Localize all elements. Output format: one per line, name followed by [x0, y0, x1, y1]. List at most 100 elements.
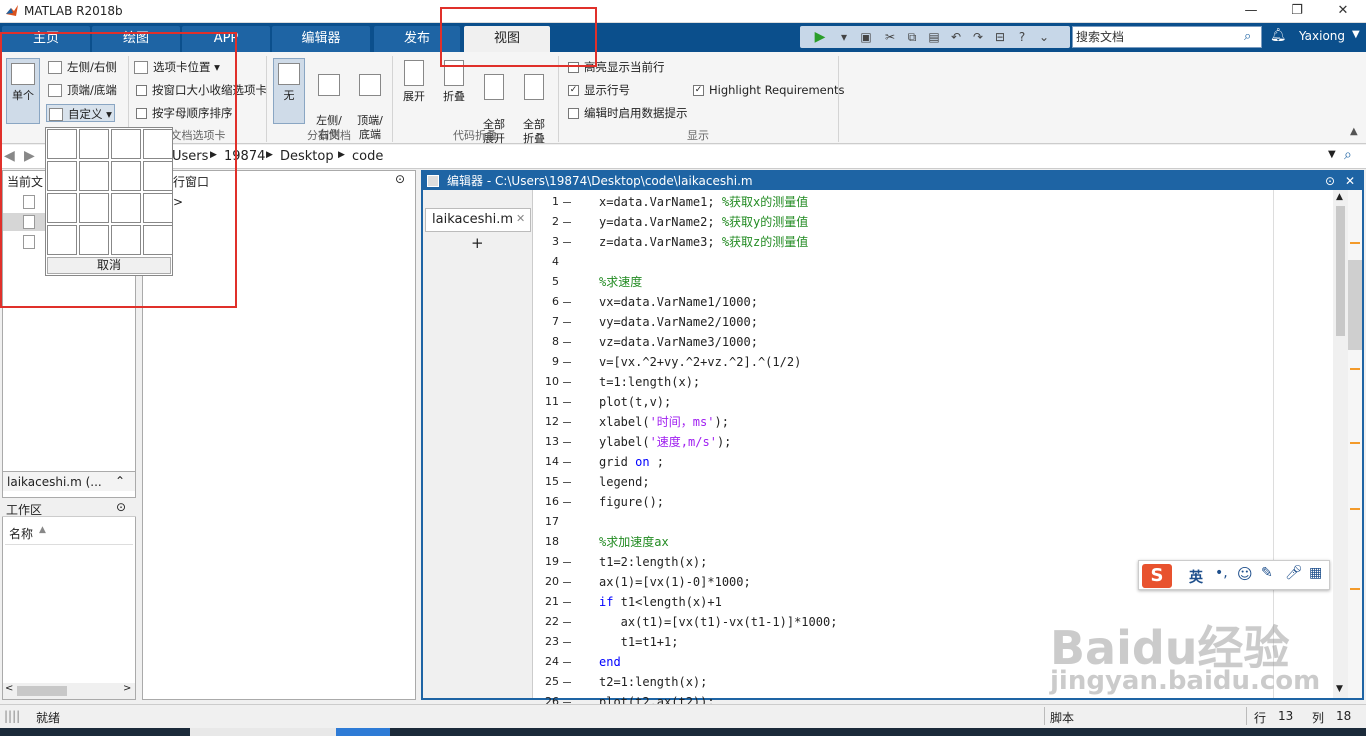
- breakpoint-dash[interactable]: [563, 442, 571, 443]
- show-line-numbers-checkbox[interactable]: ✓ 显示行号: [568, 81, 630, 99]
- file-tab-laikaceshi[interactable]: laikaceshi.m ✕: [425, 208, 531, 232]
- line-number[interactable]: 13: [537, 435, 559, 448]
- breakpoint-dash[interactable]: [563, 482, 571, 483]
- datatips-checkbox[interactable]: 编辑时启用数据提示: [568, 104, 688, 122]
- forward-icon[interactable]: ▶: [24, 148, 35, 164]
- search-input[interactable]: 搜索文档: [1072, 26, 1262, 48]
- breakpoint-dash[interactable]: [563, 622, 571, 623]
- line-number[interactable]: 19: [537, 555, 559, 568]
- expand-button[interactable]: 展开: [398, 60, 430, 104]
- notification-icon[interactable]: 🔔︎: [1270, 28, 1287, 43]
- layout-grid-cell[interactable]: [143, 129, 173, 159]
- fold-button[interactable]: 折叠: [438, 60, 470, 104]
- close-button[interactable]: ✕: [1320, 0, 1366, 22]
- code-line[interactable]: t1=t1+1;: [599, 632, 679, 652]
- code-line[interactable]: vy=data.VarName2/1000;: [599, 312, 758, 332]
- layout-grid-cell[interactable]: [143, 225, 173, 255]
- toolbox-icon[interactable]: ▦: [1309, 565, 1322, 581]
- line-number[interactable]: 5: [537, 275, 559, 288]
- layout-grid-cell[interactable]: [79, 225, 109, 255]
- breakpoint-dash[interactable]: [563, 702, 571, 703]
- code-line[interactable]: t1=2:length(x);: [599, 552, 707, 572]
- line-number[interactable]: 15: [537, 475, 559, 488]
- panel-menu-icon[interactable]: ⊙: [395, 172, 405, 186]
- layout-grid-cell[interactable]: [47, 129, 77, 159]
- code-line[interactable]: figure();: [599, 492, 664, 512]
- panel-menu-icon[interactable]: ⊙: [116, 500, 126, 514]
- highlight-current-box[interactable]: [568, 62, 579, 73]
- address-dropdown-icon[interactable]: ▼: [1328, 149, 1336, 160]
- breakpoint-dash[interactable]: [563, 662, 571, 663]
- breakpoint-dash[interactable]: [563, 422, 571, 423]
- code-line[interactable]: ax(1)=[vx(1)-0]*1000;: [599, 572, 751, 592]
- code-line[interactable]: t2=1:length(x);: [599, 672, 707, 692]
- code-line[interactable]: if t1<length(x)+1: [599, 592, 722, 612]
- editor-close-icon[interactable]: ✕: [1345, 172, 1355, 190]
- line-number[interactable]: 20: [537, 575, 559, 588]
- warning-marker[interactable]: [1350, 442, 1360, 444]
- breadcrumb-desktop[interactable]: Desktop: [280, 149, 334, 164]
- layout-grid-cell[interactable]: [47, 225, 77, 255]
- code-line[interactable]: x=data.VarName1; %获取x的测量值: [599, 192, 808, 212]
- code-line[interactable]: %求速度: [599, 272, 642, 292]
- more-icon[interactable]: ⌄: [1036, 29, 1052, 45]
- paste-icon[interactable]: ▤: [926, 29, 942, 45]
- line-number[interactable]: 18: [537, 535, 559, 548]
- layout-grid-cell[interactable]: [143, 161, 173, 191]
- skin-icon[interactable]: ✎: [1261, 565, 1273, 581]
- datatips-box[interactable]: [568, 108, 579, 119]
- breakpoint-dash[interactable]: [563, 302, 571, 303]
- line-number[interactable]: 14: [537, 455, 559, 468]
- layout-grid-cell[interactable]: [47, 161, 77, 191]
- collapse-tabs-box[interactable]: [136, 85, 147, 96]
- breakpoint-dash[interactable]: [563, 642, 571, 643]
- search-icon[interactable]: ⌕: [1244, 29, 1251, 44]
- code-line[interactable]: ax(t1)=[vx(t1)-vx(t1-1)]*1000;: [599, 612, 838, 632]
- line-number[interactable]: 6: [537, 295, 559, 308]
- layout-grid-cell[interactable]: [79, 193, 109, 223]
- horizontal-scrollbar[interactable]: < >: [3, 683, 135, 699]
- voice-icon[interactable]: 🎤︎: [1285, 565, 1303, 581]
- tab-home[interactable]: 主页: [2, 26, 90, 52]
- command-window[interactable]: 行窗口 ⊙ >: [142, 170, 416, 700]
- line-number[interactable]: 10: [537, 375, 559, 388]
- punctuation-icon[interactable]: •,: [1215, 565, 1228, 581]
- code-line[interactable]: t=1:length(x);: [599, 372, 700, 392]
- scroll-thumb[interactable]: [17, 686, 67, 696]
- breakpoint-dash[interactable]: [563, 362, 571, 363]
- warning-marker[interactable]: [1350, 588, 1360, 590]
- back-icon[interactable]: ◀: [4, 148, 15, 164]
- tab-view[interactable]: 视图: [464, 26, 550, 52]
- breakpoint-dash[interactable]: [563, 242, 571, 243]
- code-line[interactable]: y=data.VarName2; %获取y的测量值: [599, 212, 808, 232]
- breakpoint-dash[interactable]: [563, 462, 571, 463]
- scroll-right-icon[interactable]: >: [123, 683, 131, 694]
- split-none-button[interactable]: 无: [273, 58, 305, 124]
- line-number[interactable]: 2: [537, 215, 559, 228]
- warning-marker[interactable]: [1350, 368, 1360, 370]
- tab-editor[interactable]: 编辑器: [272, 26, 370, 52]
- line-number[interactable]: 21: [537, 595, 559, 608]
- line-number[interactable]: 16: [537, 495, 559, 508]
- layout-grid-cell[interactable]: [79, 129, 109, 159]
- workspace-column-header[interactable]: 名称 ▲: [5, 521, 133, 545]
- code-line[interactable]: z=data.VarName3; %获取z的测量值: [599, 232, 808, 252]
- line-number[interactable]: 3: [537, 235, 559, 248]
- help-icon[interactable]: ?: [1014, 29, 1030, 45]
- overview-thumb[interactable]: [1348, 260, 1362, 350]
- cut-icon[interactable]: ✂: [882, 29, 898, 45]
- breakpoint-dash[interactable]: [563, 382, 571, 383]
- line-number[interactable]: 24: [537, 655, 559, 668]
- user-account-menu[interactable]: Yaxiong: [1299, 29, 1345, 43]
- breakpoint-dash[interactable]: [563, 502, 571, 503]
- layout-grid-cell[interactable]: [47, 193, 77, 223]
- sort-alpha-box[interactable]: [136, 108, 147, 119]
- collapse-ribbon-icon[interactable]: ▲: [1350, 126, 1358, 137]
- tab-apps[interactable]: APP: [182, 26, 270, 52]
- left-right-button[interactable]: 左侧/右侧: [48, 58, 117, 76]
- custom-layout-button[interactable]: 自定义 ▾: [46, 104, 115, 122]
- tab-position-dropdown[interactable]: 选项卡位置 ▾: [134, 58, 220, 76]
- scroll-thumb[interactable]: [1336, 206, 1345, 336]
- single-layout-button[interactable]: 单个: [6, 58, 40, 124]
- scroll-up-icon[interactable]: ▲: [1336, 192, 1343, 202]
